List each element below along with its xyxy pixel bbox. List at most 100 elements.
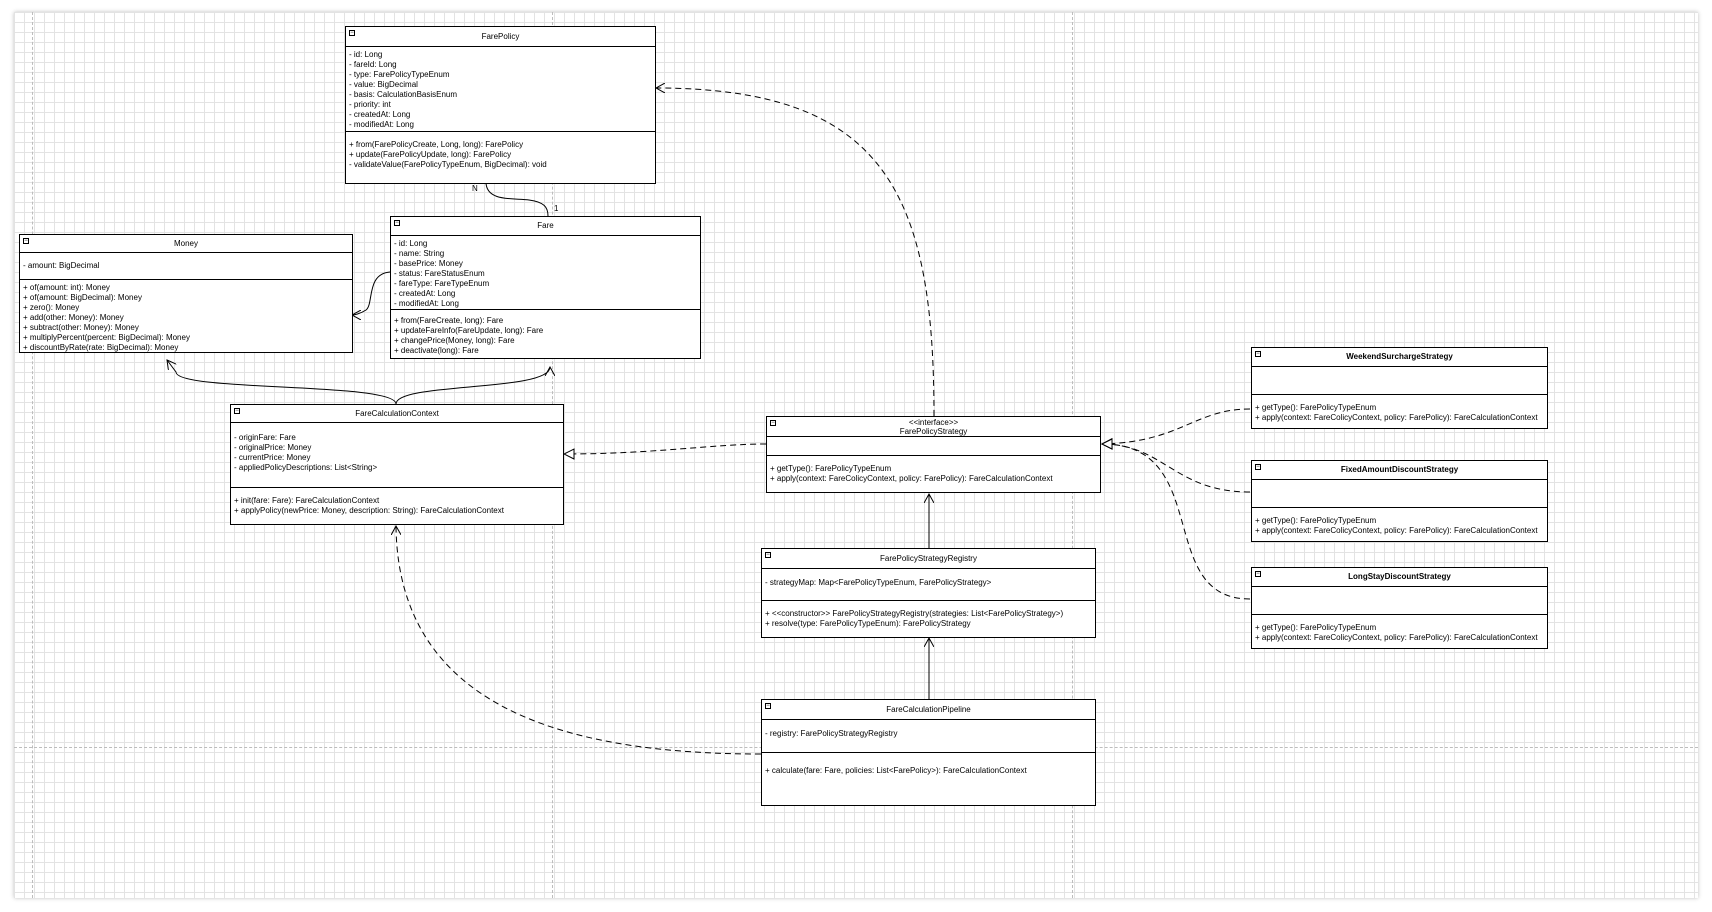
attributes-section [767, 437, 1100, 455]
class-header[interactable]: − LongStayDiscountStrategy [1252, 568, 1547, 587]
interface-fare-policy-strategy[interactable]: − <<interface>> FarePolicyStrategy + get… [766, 416, 1101, 493]
collapse-icon[interactable]: − [770, 420, 776, 426]
methods-section: + getType(): FarePolicyTypeEnum + apply(… [1252, 394, 1547, 426]
class-name: FareCalculationContext [355, 409, 439, 418]
fixed-realization [1102, 444, 1251, 493]
method: + discountByRate(rate: BigDecimal): Mone… [23, 343, 179, 352]
attributes-section [1252, 367, 1547, 394]
class-header[interactable]: − WeekendSurchargeStrategy [1252, 348, 1547, 367]
methods-section: + from(FareCreate, long): Fare + updateF… [391, 309, 700, 359]
class-money[interactable]: − Money - amount: BigDecimal + of(amount… [19, 234, 353, 353]
collapse-icon[interactable]: − [349, 30, 355, 36]
class-header[interactable]: − Money [20, 235, 352, 253]
attribute: - type: FarePolicyTypeEnum [349, 70, 450, 79]
collapse-icon[interactable]: − [1255, 351, 1261, 357]
method: + subtract(other: Money): Money [23, 323, 139, 332]
methods-section: + getType(): FarePolicyTypeEnum + apply(… [1252, 614, 1547, 646]
method: + applyPolicy(newPrice: Money, descripti… [234, 506, 504, 515]
collapse-icon[interactable]: − [23, 238, 29, 244]
class-name: FareCalculationPipeline [886, 705, 971, 714]
class-header[interactable]: − FarePolicy [346, 27, 655, 47]
class-fare[interactable]: − Fare - id: Long - name: String - baseP… [390, 216, 701, 359]
methods-section: + getType(): FarePolicyTypeEnum + apply(… [1252, 507, 1547, 539]
class-name: FixedAmountDiscountStrategy [1340, 465, 1459, 474]
method: + getType(): FarePolicyTypeEnum [1255, 623, 1377, 632]
method: + from(FareCreate, long): Fare [394, 316, 504, 325]
class-fixed-amount-discount-strategy[interactable]: − FixedAmountDiscountStrategy + getType(… [1251, 460, 1548, 542]
collapse-icon[interactable]: − [394, 220, 400, 226]
class-header[interactable]: − FixedAmountDiscountStrategy [1252, 461, 1547, 480]
multiplicity-one: 1 [554, 204, 559, 213]
method: + from(FarePolicyCreate, Long, long): Fa… [349, 140, 524, 149]
attribute: - amount: BigDecimal [23, 261, 100, 270]
method: + zero(): Money [23, 303, 80, 312]
method: + init(fare: Fare): FareCalculationConte… [234, 496, 380, 505]
attributes-section [1252, 587, 1547, 614]
attribute: - modifiedAt: Long [394, 299, 459, 308]
weekend-realization [1102, 408, 1251, 444]
attribute: - basePrice: Money [394, 259, 463, 268]
method: + changePrice(Money, long): Fare [394, 336, 515, 345]
class-header[interactable]: − FarePolicyStrategyRegistry [762, 549, 1095, 569]
class-weekend-surcharge-strategy[interactable]: − WeekendSurchargeStrategy + getType(): … [1251, 347, 1548, 429]
attributes-section: - registry: FarePolicyStrategyRegistry [762, 720, 1095, 752]
stereotype-label: <<interface>> [908, 418, 959, 427]
pipeline-to-context-dependency [396, 526, 762, 755]
longstay-realization [1102, 444, 1251, 600]
attribute: - registry: FarePolicyStrategyRegistry [765, 729, 898, 738]
strategy-to-context-dependency [564, 443, 767, 454]
class-name: LongStayDiscountStrategy [1348, 572, 1451, 581]
method: + update(FarePolicyUpdate, long): FarePo… [349, 150, 512, 159]
class-header[interactable]: − FareCalculationContext [231, 405, 563, 423]
attribute: - fareType: FareTypeEnum [394, 279, 490, 288]
class-header[interactable]: − FareCalculationPipeline [762, 700, 1095, 720]
methods-section: + init(fare: Fare): FareCalculationConte… [231, 487, 563, 519]
attribute: - currentPrice: Money [234, 453, 311, 462]
collapse-icon[interactable]: − [234, 408, 240, 414]
attributes-section: - id: Long - name: String - basePrice: M… [391, 236, 700, 309]
class-name: FarePolicy [481, 32, 520, 41]
method: + multiplyPercent(percent: BigDecimal): … [23, 333, 190, 342]
attribute: - originFare: Fare [234, 433, 296, 442]
methods-section: + from(FarePolicyCreate, Long, long): Fa… [346, 131, 655, 173]
class-fare-policy[interactable]: − FarePolicy - id: Long - fareId: Long -… [345, 26, 656, 184]
class-fare-calculation-pipeline[interactable]: − FareCalculationPipeline - registry: Fa… [761, 699, 1096, 806]
method: + resolve(type: FarePolicyTypeEnum): Far… [765, 619, 971, 628]
method: + updateFareInfo(FareUpdate, long): Fare [394, 326, 544, 335]
attribute: - id: Long [349, 50, 383, 59]
class-name: Money [173, 239, 198, 248]
collapse-icon[interactable]: − [1255, 464, 1261, 470]
context-to-money-association [167, 360, 397, 405]
method: + getType(): FarePolicyTypeEnum [1255, 403, 1377, 412]
class-name: Fare [537, 221, 554, 230]
methods-section: + getType(): FarePolicyTypeEnum + apply(… [767, 455, 1100, 487]
class-fare-policy-strategy-registry[interactable]: − FarePolicyStrategyRegistry - strategyM… [761, 548, 1096, 638]
attributes-section: - originFare: Fare - originalPrice: Mone… [231, 423, 563, 487]
method: + deactivate(long): Fare [394, 346, 479, 355]
diagram-canvas: N 1 − FarePolicy - id: Long - fareId: Lo… [14, 12, 1698, 898]
class-header[interactable]: − Fare [391, 217, 700, 236]
attribute: - strategyMap: Map<FarePolicyTypeEnum, F… [765, 578, 992, 587]
attribute: - modifiedAt: Long [349, 120, 414, 129]
attribute: - basis: CalculationBasisEnum [349, 90, 458, 99]
multiplicity-n: N [472, 184, 478, 193]
class-fare-calculation-context[interactable]: − FareCalculationContext - originFare: F… [230, 404, 564, 525]
collapse-icon[interactable]: − [765, 552, 771, 558]
method: - validateValue(FarePolicyTypeEnum, BigD… [349, 160, 547, 169]
fare-to-money-association [352, 271, 391, 315]
method: + of(amount: int): Money [23, 283, 110, 292]
context-to-fare-association [395, 367, 550, 405]
method: + getType(): FarePolicyTypeEnum [1255, 516, 1377, 525]
attribute: - appliedPolicyDescriptions: List<String… [234, 463, 378, 472]
attribute: - originalPrice: Money [234, 443, 312, 452]
method: + apply(context: FareColicyContext, poli… [1255, 526, 1538, 535]
attributes-section: - amount: BigDecimal [20, 253, 352, 279]
method: + calculate(fare: Fare, policies: List<F… [765, 766, 1027, 775]
attributes-section: - id: Long - fareId: Long - type: FarePo… [346, 47, 655, 131]
collapse-icon[interactable]: − [1255, 571, 1261, 577]
class-long-stay-discount-strategy[interactable]: − LongStayDiscountStrategy + getType(): … [1251, 567, 1548, 649]
collapse-icon[interactable]: − [765, 703, 771, 709]
methods-section: + <<constructor>> FarePolicyStrategyRegi… [762, 600, 1095, 632]
class-header[interactable]: − <<interface>> FarePolicyStrategy [767, 417, 1100, 437]
class-name: FarePolicyStrategyRegistry [880, 554, 977, 563]
